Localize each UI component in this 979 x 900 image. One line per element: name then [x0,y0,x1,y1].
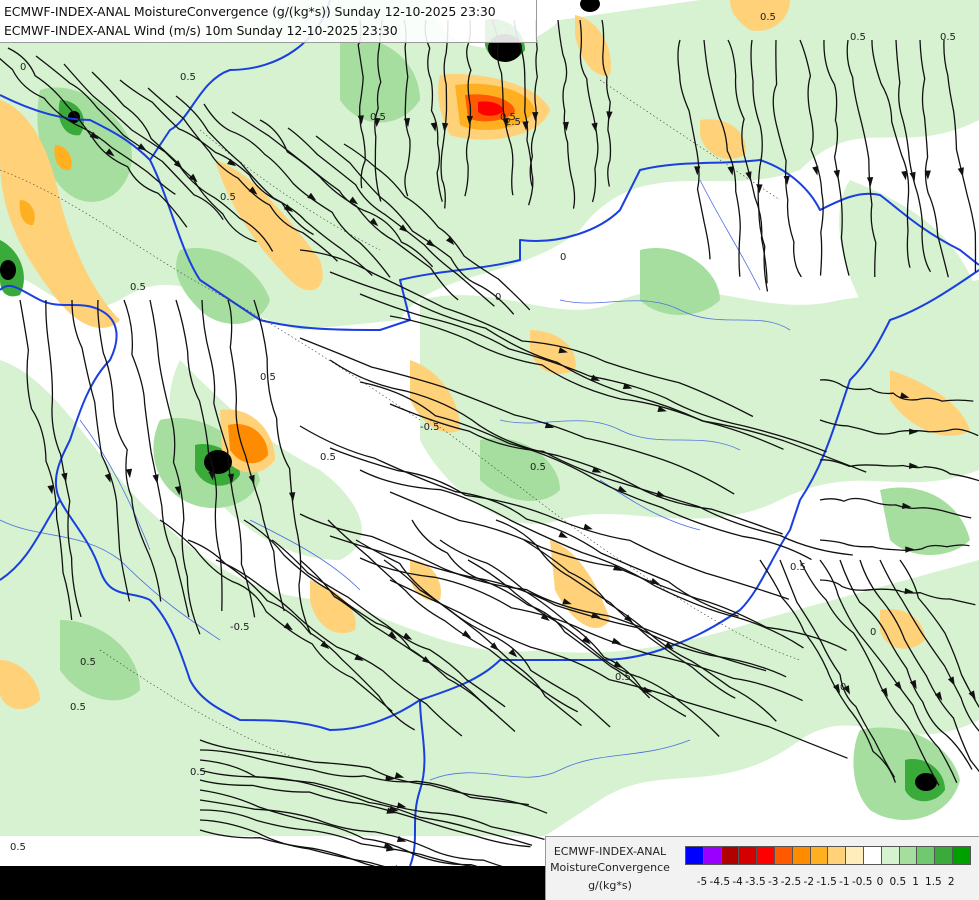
weather-map: 0.5 0 0.5 0.5 0 0.5 -0.5 0.5 2.5 0.5 0 0.5 0.5 0.5 0 -0… [0,0,979,900]
legend-swatch [809,846,829,865]
contour-label: 0.5 [10,842,26,853]
legend-swatch [916,846,936,865]
color-legend: ECMWF-INDEX-ANAL MoistureConvergence g/(… [545,836,979,900]
contour-label: 0.5 [370,112,386,123]
contour-label: 0.5 [940,32,956,43]
contour-label: 0.5 [760,12,776,23]
wind-arrow [812,166,819,176]
legend-swatch [952,846,971,865]
contour-label: 0.5 [530,462,546,473]
legend-swatch [880,846,900,865]
legend-swatch [898,846,918,865]
legend-swatch [845,846,865,865]
legend-swatch [774,846,793,865]
legend-swatch [827,846,847,865]
contour-label: 0 [840,682,846,693]
legend-swatch [863,846,882,865]
wind-arrow [583,523,593,530]
wind-arrow [909,171,916,182]
wind-arrow [756,184,763,194]
contour-label: 0 [495,292,501,303]
contour-label: 0.5 [320,452,336,463]
contour-label: 0.5 [790,562,806,573]
contour-label: -0.5 [420,422,440,433]
contour-label: 0 [560,252,566,263]
legend-swatch [791,846,811,865]
contour-label: 0.5 [180,72,196,83]
orange-patch [410,560,441,601]
wind-arrow [957,167,964,177]
green-patch [640,248,720,315]
contour-label: 2.5 [505,117,521,128]
contour-label: 0 [20,62,26,73]
map-title-box: ECMWF-INDEX-ANAL MoistureConvergence (g/… [0,0,537,43]
title-moisture-convergence: ECMWF-INDEX-ANAL MoistureConvergence (g/… [4,4,496,19]
contour-label: 0.5 [220,192,236,203]
legend-swatch [756,846,776,865]
wind-arrow [783,175,790,185]
black-core [580,0,600,12]
wind-arrow [611,637,622,644]
title-wind: ECMWF-INDEX-ANAL Wind (m/s) 10m Sunday 1… [4,23,398,38]
contour-label: 0 [870,627,876,638]
contour-label: 0.5 [80,657,96,668]
contour-label: 0.5 [260,372,276,383]
bottom-black-band [0,866,545,900]
legend-unit: g/(kg*s) [588,879,632,892]
black-core [0,260,16,280]
contour-label: 0.5 [70,702,86,713]
wind-arrow [901,170,908,181]
legend-swatch [720,846,740,865]
legend-swatch [685,846,704,865]
wind-arrow [833,169,840,180]
legend-swatch [934,846,954,865]
wind-arrow [650,578,660,585]
legend-tick-label: 2 [947,876,955,888]
legend-swatch [702,846,722,865]
contour-label: 0.5 [850,32,866,43]
contour-label: 0.5 [190,767,206,778]
weather-map-stage: 0.5 0 0.5 0.5 0 0.5 -0.5 0.5 2.5 0.5 0 0.5 0.5 0.5 0 -0… [0,0,979,900]
legend-swatch [738,846,758,865]
legend-model: ECMWF-INDEX-ANAL [553,845,667,858]
contour-label: 0.5 [130,282,146,293]
contour-label: -0.5 [230,622,250,633]
contour-label: 0.5 [615,672,631,683]
legend-variable: MoistureConvergence [550,861,670,874]
